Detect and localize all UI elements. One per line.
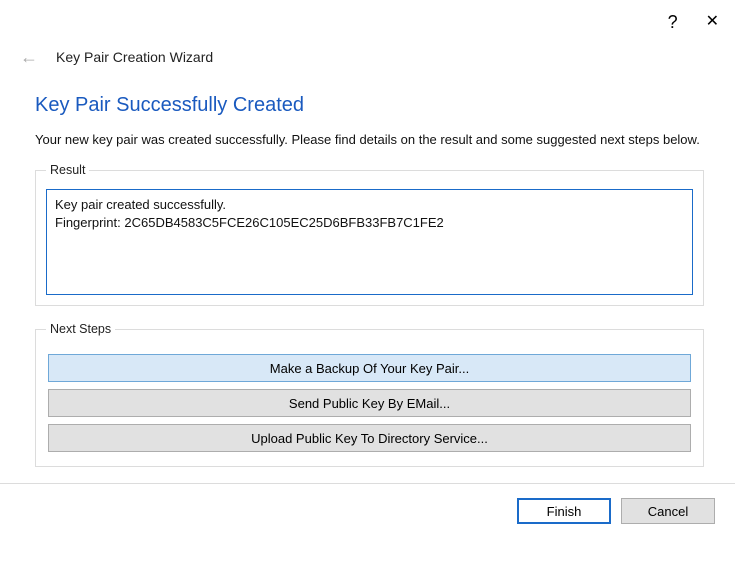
result-group: Result Key pair created successfully. Fi… xyxy=(35,163,704,306)
result-legend: Result xyxy=(46,163,89,177)
help-icon[interactable]: ? xyxy=(668,12,678,33)
send-public-key-email-button[interactable]: Send Public Key By EMail... xyxy=(48,389,691,417)
back-arrow-icon: ← xyxy=(20,48,38,66)
next-steps-group: Next Steps Make a Backup Of Your Key Pai… xyxy=(35,322,704,467)
wizard-subheader: ← Key Pair Creation Wizard xyxy=(0,44,735,66)
wizard-footer: Finish Cancel xyxy=(0,484,735,524)
finish-button[interactable]: Finish xyxy=(517,498,611,524)
page-description: Your new key pair was created successful… xyxy=(35,131,704,149)
result-textbox[interactable]: Key pair created successfully. Fingerpri… xyxy=(46,189,693,295)
wizard-title: Key Pair Creation Wizard xyxy=(56,49,213,65)
page-heading: Key Pair Successfully Created xyxy=(35,94,704,117)
wizard-content: Key Pair Successfully Created Your new k… xyxy=(0,66,735,467)
cancel-button[interactable]: Cancel xyxy=(621,498,715,524)
upload-public-key-button[interactable]: Upload Public Key To Directory Service..… xyxy=(48,424,691,452)
window-titlebar: ? ✕ xyxy=(0,0,735,44)
close-icon[interactable]: ✕ xyxy=(706,14,719,30)
next-steps-list: Make a Backup Of Your Key Pair... Send P… xyxy=(46,348,693,456)
next-steps-legend: Next Steps xyxy=(46,322,115,336)
backup-keypair-button[interactable]: Make a Backup Of Your Key Pair... xyxy=(48,354,691,382)
